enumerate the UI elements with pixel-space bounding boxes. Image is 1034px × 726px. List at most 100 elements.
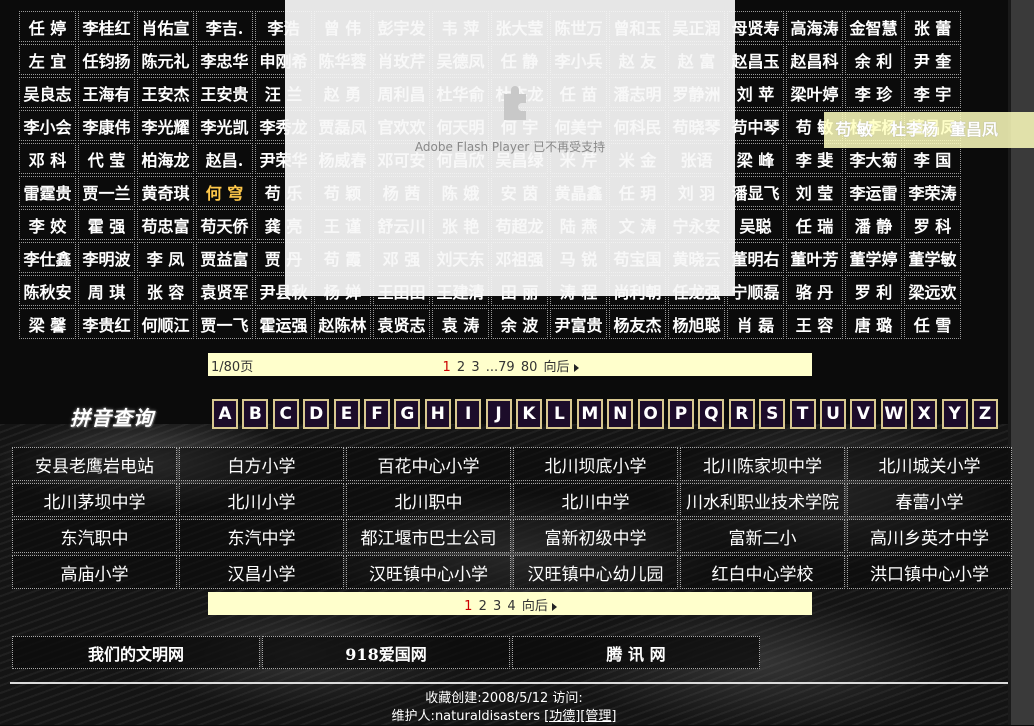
school-page-link-1[interactable]: 1 (464, 599, 472, 614)
name-cell[interactable]: 任 婷 (19, 11, 76, 42)
letter-s-button[interactable]: S (759, 399, 786, 429)
flash-player-placeholder[interactable]: Adobe Flash Player 已不再受支持 (285, 0, 735, 296)
school-cell[interactable]: 北川城关小学 (847, 447, 1012, 481)
name-cell[interactable]: 何顺江 (137, 308, 194, 339)
overlay-name-2[interactable]: 杜李杨 (884, 112, 944, 148)
school-cell[interactable]: 东汽职中 (12, 519, 177, 553)
name-cell[interactable]: 李贵红 (78, 308, 135, 339)
name-cell[interactable]: 李康伟 (78, 110, 135, 141)
name-cell[interactable]: 尹 奎 (904, 44, 961, 75)
name-cell[interactable]: 陈秋安 (19, 275, 76, 306)
name-cell[interactable]: 尹富贵 (550, 308, 607, 339)
link-wenming[interactable]: 我们的文明网 (12, 636, 260, 669)
name-cell[interactable]: 赵昌科 (786, 44, 843, 75)
name-cell[interactable]: 杨旭聪 (668, 308, 725, 339)
school-cell[interactable]: 富新二小 (680, 519, 845, 553)
name-cell[interactable]: 霍运强 (255, 308, 312, 339)
school-cell[interactable]: 百花中心小学 (346, 447, 511, 481)
letter-t-button[interactable]: T (789, 399, 816, 429)
name-cell[interactable]: 任钧扬 (78, 44, 135, 75)
letter-v-button[interactable]: V (850, 399, 877, 429)
school-page-link-3[interactable]: 3 (493, 599, 501, 614)
letter-e-button[interactable]: E (333, 399, 360, 429)
name-cell[interactable]: 李仕鑫 (19, 242, 76, 273)
letter-i-button[interactable]: I (455, 399, 482, 429)
page-link-80[interactable]: 80 (521, 360, 538, 375)
page-link-1[interactable]: 1 (442, 360, 450, 375)
link-tencent[interactable]: 腾 讯 网 (512, 636, 760, 669)
school-cell[interactable]: 汉昌小学 (179, 555, 344, 589)
name-cell[interactable]: 张 蕾 (904, 11, 961, 42)
overlay-name-3[interactable]: 董昌凤 (944, 112, 1004, 148)
letter-h-button[interactable]: H (424, 399, 451, 429)
name-cell[interactable]: 肖佑宣 (137, 11, 194, 42)
school-cell[interactable]: 洪口镇中心小学 (847, 555, 1012, 589)
letter-w-button[interactable]: W (880, 399, 907, 429)
name-cell[interactable]: 李桂红 (78, 11, 135, 42)
letter-m-button[interactable]: M (576, 399, 603, 429)
name-cell[interactable]: 周 琪 (78, 275, 135, 306)
name-cell[interactable]: 骆 丹 (786, 275, 843, 306)
name-cell[interactable]: 李运雷 (845, 176, 902, 207)
letter-x-button[interactable]: X (911, 399, 938, 429)
name-cell[interactable]: 王安杰 (137, 77, 194, 108)
letter-j-button[interactable]: J (485, 399, 512, 429)
name-cell[interactable]: 罗 科 (904, 209, 961, 240)
letter-z-button[interactable]: Z (972, 399, 998, 429)
school-cell[interactable]: 北川中学 (513, 483, 678, 517)
letter-d-button[interactable]: D (303, 399, 330, 429)
school-cell[interactable]: 高川乡英才中学 (847, 519, 1012, 553)
name-cell[interactable]: 刘 莹 (786, 176, 843, 207)
school-cell[interactable]: 北川职中 (346, 483, 511, 517)
page-link-3[interactable]: 3 (471, 360, 479, 375)
letter-p-button[interactable]: P (668, 399, 694, 429)
name-cell[interactable]: 王海有 (78, 77, 135, 108)
name-cell[interactable]: 母贤寿 (727, 11, 784, 42)
name-cell[interactable]: 余 利 (845, 44, 902, 75)
school-cell[interactable]: 红白中心学校 (680, 555, 845, 589)
contrib-link[interactable]: [功德] (544, 709, 580, 724)
school-page-link-4[interactable]: 4 (507, 599, 515, 614)
name-cell[interactable]: 梁远欢 (904, 275, 961, 306)
name-cell[interactable]: 张 容 (137, 275, 194, 306)
school-cell[interactable]: 安县老鹰岩电站 (12, 447, 177, 481)
name-cell[interactable]: 左 宜 (19, 44, 76, 75)
name-cell[interactable]: 赵陈林 (314, 308, 371, 339)
name-cell[interactable]: 唐 璐 (845, 308, 902, 339)
name-cell[interactable]: 潘 静 (845, 209, 902, 240)
school-cell[interactable]: 富新初级中学 (513, 519, 678, 553)
name-cell[interactable]: 罗 利 (845, 275, 902, 306)
link-918[interactable]: 918爱国网 (262, 636, 510, 669)
name-cell[interactable]: 黄奇琪 (137, 176, 194, 207)
school-page-link-2[interactable]: 2 (479, 599, 487, 614)
name-cell[interactable]: 潘显飞 (727, 176, 784, 207)
name-cell[interactable]: 董明右 (727, 242, 784, 273)
school-cell[interactable]: 北川茅坝中学 (12, 483, 177, 517)
name-cell[interactable]: 梁 峰 (727, 143, 784, 174)
school-cell[interactable]: 北川坝底小学 (513, 447, 678, 481)
name-cell[interactable]: 赵昌. (196, 143, 253, 174)
name-cell[interactable]: 高海涛 (786, 11, 843, 42)
name-cell[interactable]: 何 穹 (196, 176, 253, 207)
school-cell[interactable]: 春蕾小学 (847, 483, 1012, 517)
name-cell[interactable]: 王安贵 (196, 77, 253, 108)
letter-r-button[interactable]: R (728, 399, 755, 429)
name-cell[interactable]: 柏海龙 (137, 143, 194, 174)
name-cell[interactable]: 雷霆贵 (19, 176, 76, 207)
school-cell[interactable]: 汉旺镇中心小学 (346, 555, 511, 589)
school-cell[interactable]: 北川小学 (179, 483, 344, 517)
page-link-79[interactable]: ...79 (486, 360, 515, 375)
name-cell[interactable]: 贾一飞 (196, 308, 253, 339)
name-cell[interactable]: 李荣涛 (904, 176, 961, 207)
letter-y-button[interactable]: Y (941, 399, 968, 429)
name-cell[interactable]: 李光耀 (137, 110, 194, 141)
name-cell[interactable]: 苟中琴 (727, 110, 784, 141)
name-cell[interactable]: 李小会 (19, 110, 76, 141)
letter-l-button[interactable]: L (546, 399, 573, 429)
name-cell[interactable]: 董学婷 (845, 242, 902, 273)
letter-f-button[interactable]: F (364, 399, 390, 429)
name-cell[interactable]: 李光凯 (196, 110, 253, 141)
name-cell[interactable]: 李 珍 (845, 77, 902, 108)
name-cell[interactable]: 梁 馨 (19, 308, 76, 339)
school-cell[interactable]: 高庙小学 (12, 555, 177, 589)
